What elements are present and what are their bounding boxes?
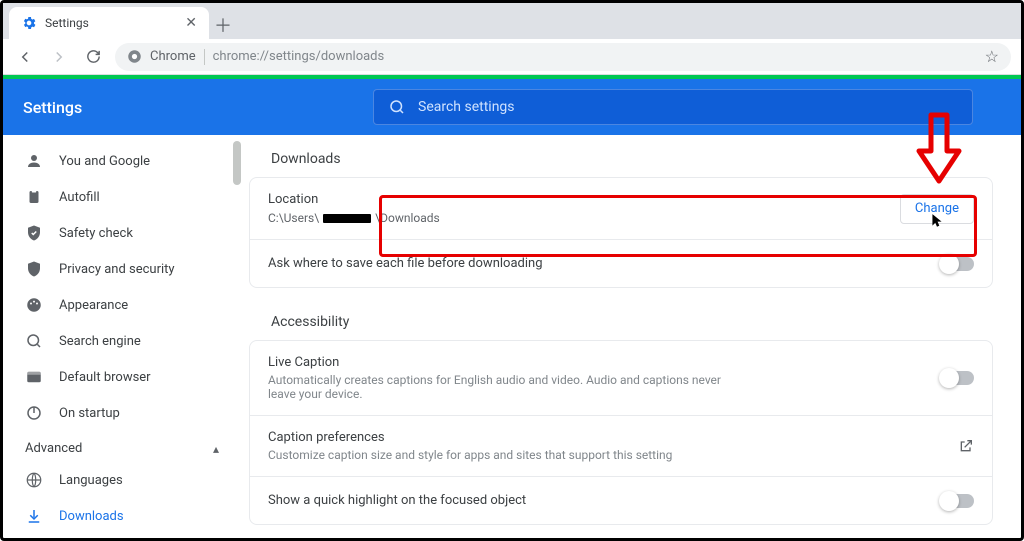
downloads-card: Location C:\Users\ \Downloads Change: [249, 177, 993, 288]
gear-icon: [21, 15, 37, 31]
advanced-label: Advanced: [25, 441, 82, 456]
caption-pref-desc: Customize caption size and style for app…: [268, 448, 672, 462]
sidebar-item-label: Languages: [59, 473, 123, 488]
redacted-text: [323, 214, 371, 223]
sidebar-item-label: Safety check: [59, 226, 133, 241]
reload-button[interactable]: [81, 45, 105, 69]
ask-before-download-row[interactable]: Ask where to save each file before downl…: [250, 239, 992, 287]
sidebar-item-safety-check[interactable]: Safety check: [3, 215, 241, 251]
sidebar-item-appearance[interactable]: Appearance: [3, 287, 241, 323]
sidebar-item-label: On startup: [59, 406, 120, 421]
ask-toggle[interactable]: [940, 257, 974, 271]
sidebar-item-default-browser[interactable]: Default browser: [3, 359, 241, 395]
person-icon: [25, 152, 43, 170]
highlight-toggle[interactable]: [940, 494, 974, 508]
search-settings[interactable]: [373, 89, 973, 125]
omnibox-url: chrome://settings/downloads: [213, 49, 385, 64]
omnibox-prefix: Chrome: [150, 49, 196, 64]
forward-button[interactable]: [47, 45, 71, 69]
sidebar-item-label: Downloads: [59, 509, 124, 524]
scrollbar-thumb[interactable]: [233, 141, 241, 185]
location-label: Location: [268, 192, 440, 207]
sidebar-advanced-toggle[interactable]: Advanced ▴: [3, 431, 241, 462]
browser-toolbar: Chrome chrome://settings/downloads ☆: [3, 39, 1021, 75]
sidebar-item-label: Privacy and security: [59, 262, 175, 277]
live-caption-desc: Automatically creates captions for Engli…: [268, 373, 738, 401]
cursor-pointer-icon: [930, 213, 944, 229]
caption-preferences-row[interactable]: Caption preferences Customize caption si…: [250, 415, 992, 476]
download-icon: [25, 507, 43, 525]
section-title-accessibility: Accessibility: [271, 314, 993, 330]
tab-title: Settings: [45, 16, 89, 30]
highlight-focus-row[interactable]: Show a quick highlight on the focused ob…: [250, 476, 992, 524]
power-icon: [25, 404, 43, 422]
live-caption-row[interactable]: Live Caption Automatically creates capti…: [250, 341, 992, 415]
ask-label: Ask where to save each file before downl…: [268, 256, 543, 271]
change-button[interactable]: Change: [900, 194, 974, 224]
search-icon: [25, 332, 43, 350]
close-icon[interactable]: ✕: [185, 16, 197, 30]
external-link-icon[interactable]: [958, 438, 974, 454]
shield-check-icon: [25, 224, 43, 242]
clipboard-icon: [25, 188, 43, 206]
page-title: Settings: [23, 98, 353, 117]
sidebar-item-label: Search engine: [59, 334, 141, 349]
highlight-label: Show a quick highlight on the focused ob…: [268, 493, 526, 508]
chrome-icon: [127, 49, 142, 64]
live-caption-toggle[interactable]: [940, 371, 974, 385]
sidebar-item-label: Default browser: [59, 370, 151, 385]
back-button[interactable]: [13, 45, 37, 69]
sidebar-item-languages[interactable]: Languages: [3, 462, 241, 498]
download-location-row: Location C:\Users\ \Downloads Change: [250, 178, 992, 239]
shield-icon: [25, 260, 43, 278]
browser-icon: [25, 368, 43, 386]
live-caption-title: Live Caption: [268, 355, 738, 370]
section-title-downloads: Downloads: [271, 151, 993, 167]
sidebar-item-you-and-google[interactable]: You and Google: [3, 143, 241, 179]
sidebar-item-downloads[interactable]: Downloads: [3, 498, 241, 534]
sidebar-item-search-engine[interactable]: Search engine: [3, 323, 241, 359]
settings-header: Settings: [3, 79, 1021, 135]
sidebar: You and Google Autofill Safety check Pri…: [3, 135, 241, 538]
sidebar-item-label: Appearance: [59, 298, 128, 313]
content-area: Downloads Location C:\Users\ \Downloads …: [241, 135, 1021, 538]
search-input[interactable]: [418, 99, 958, 115]
address-bar[interactable]: Chrome chrome://settings/downloads ☆: [115, 43, 1011, 71]
palette-icon: [25, 296, 43, 314]
divider: [204, 49, 205, 65]
globe-icon: [25, 471, 43, 489]
sidebar-item-privacy[interactable]: Privacy and security: [3, 251, 241, 287]
caption-pref-title: Caption preferences: [268, 430, 672, 445]
new-tab-button[interactable]: ＋: [209, 11, 237, 39]
chevron-up-icon: ▴: [213, 442, 219, 456]
accessibility-card: Live Caption Automatically creates capti…: [249, 340, 993, 525]
sidebar-item-label: You and Google: [59, 154, 150, 169]
browser-tab[interactable]: Settings ✕: [9, 7, 209, 39]
tab-strip: Settings ✕ ＋: [3, 3, 1021, 39]
search-icon: [388, 98, 406, 116]
location-path: C:\Users\ \Downloads: [268, 211, 440, 225]
sidebar-item-label: Autofill: [59, 190, 100, 205]
sidebar-item-autofill[interactable]: Autofill: [3, 179, 241, 215]
bookmark-star-icon[interactable]: ☆: [985, 47, 999, 66]
sidebar-item-on-startup[interactable]: On startup: [3, 395, 241, 431]
